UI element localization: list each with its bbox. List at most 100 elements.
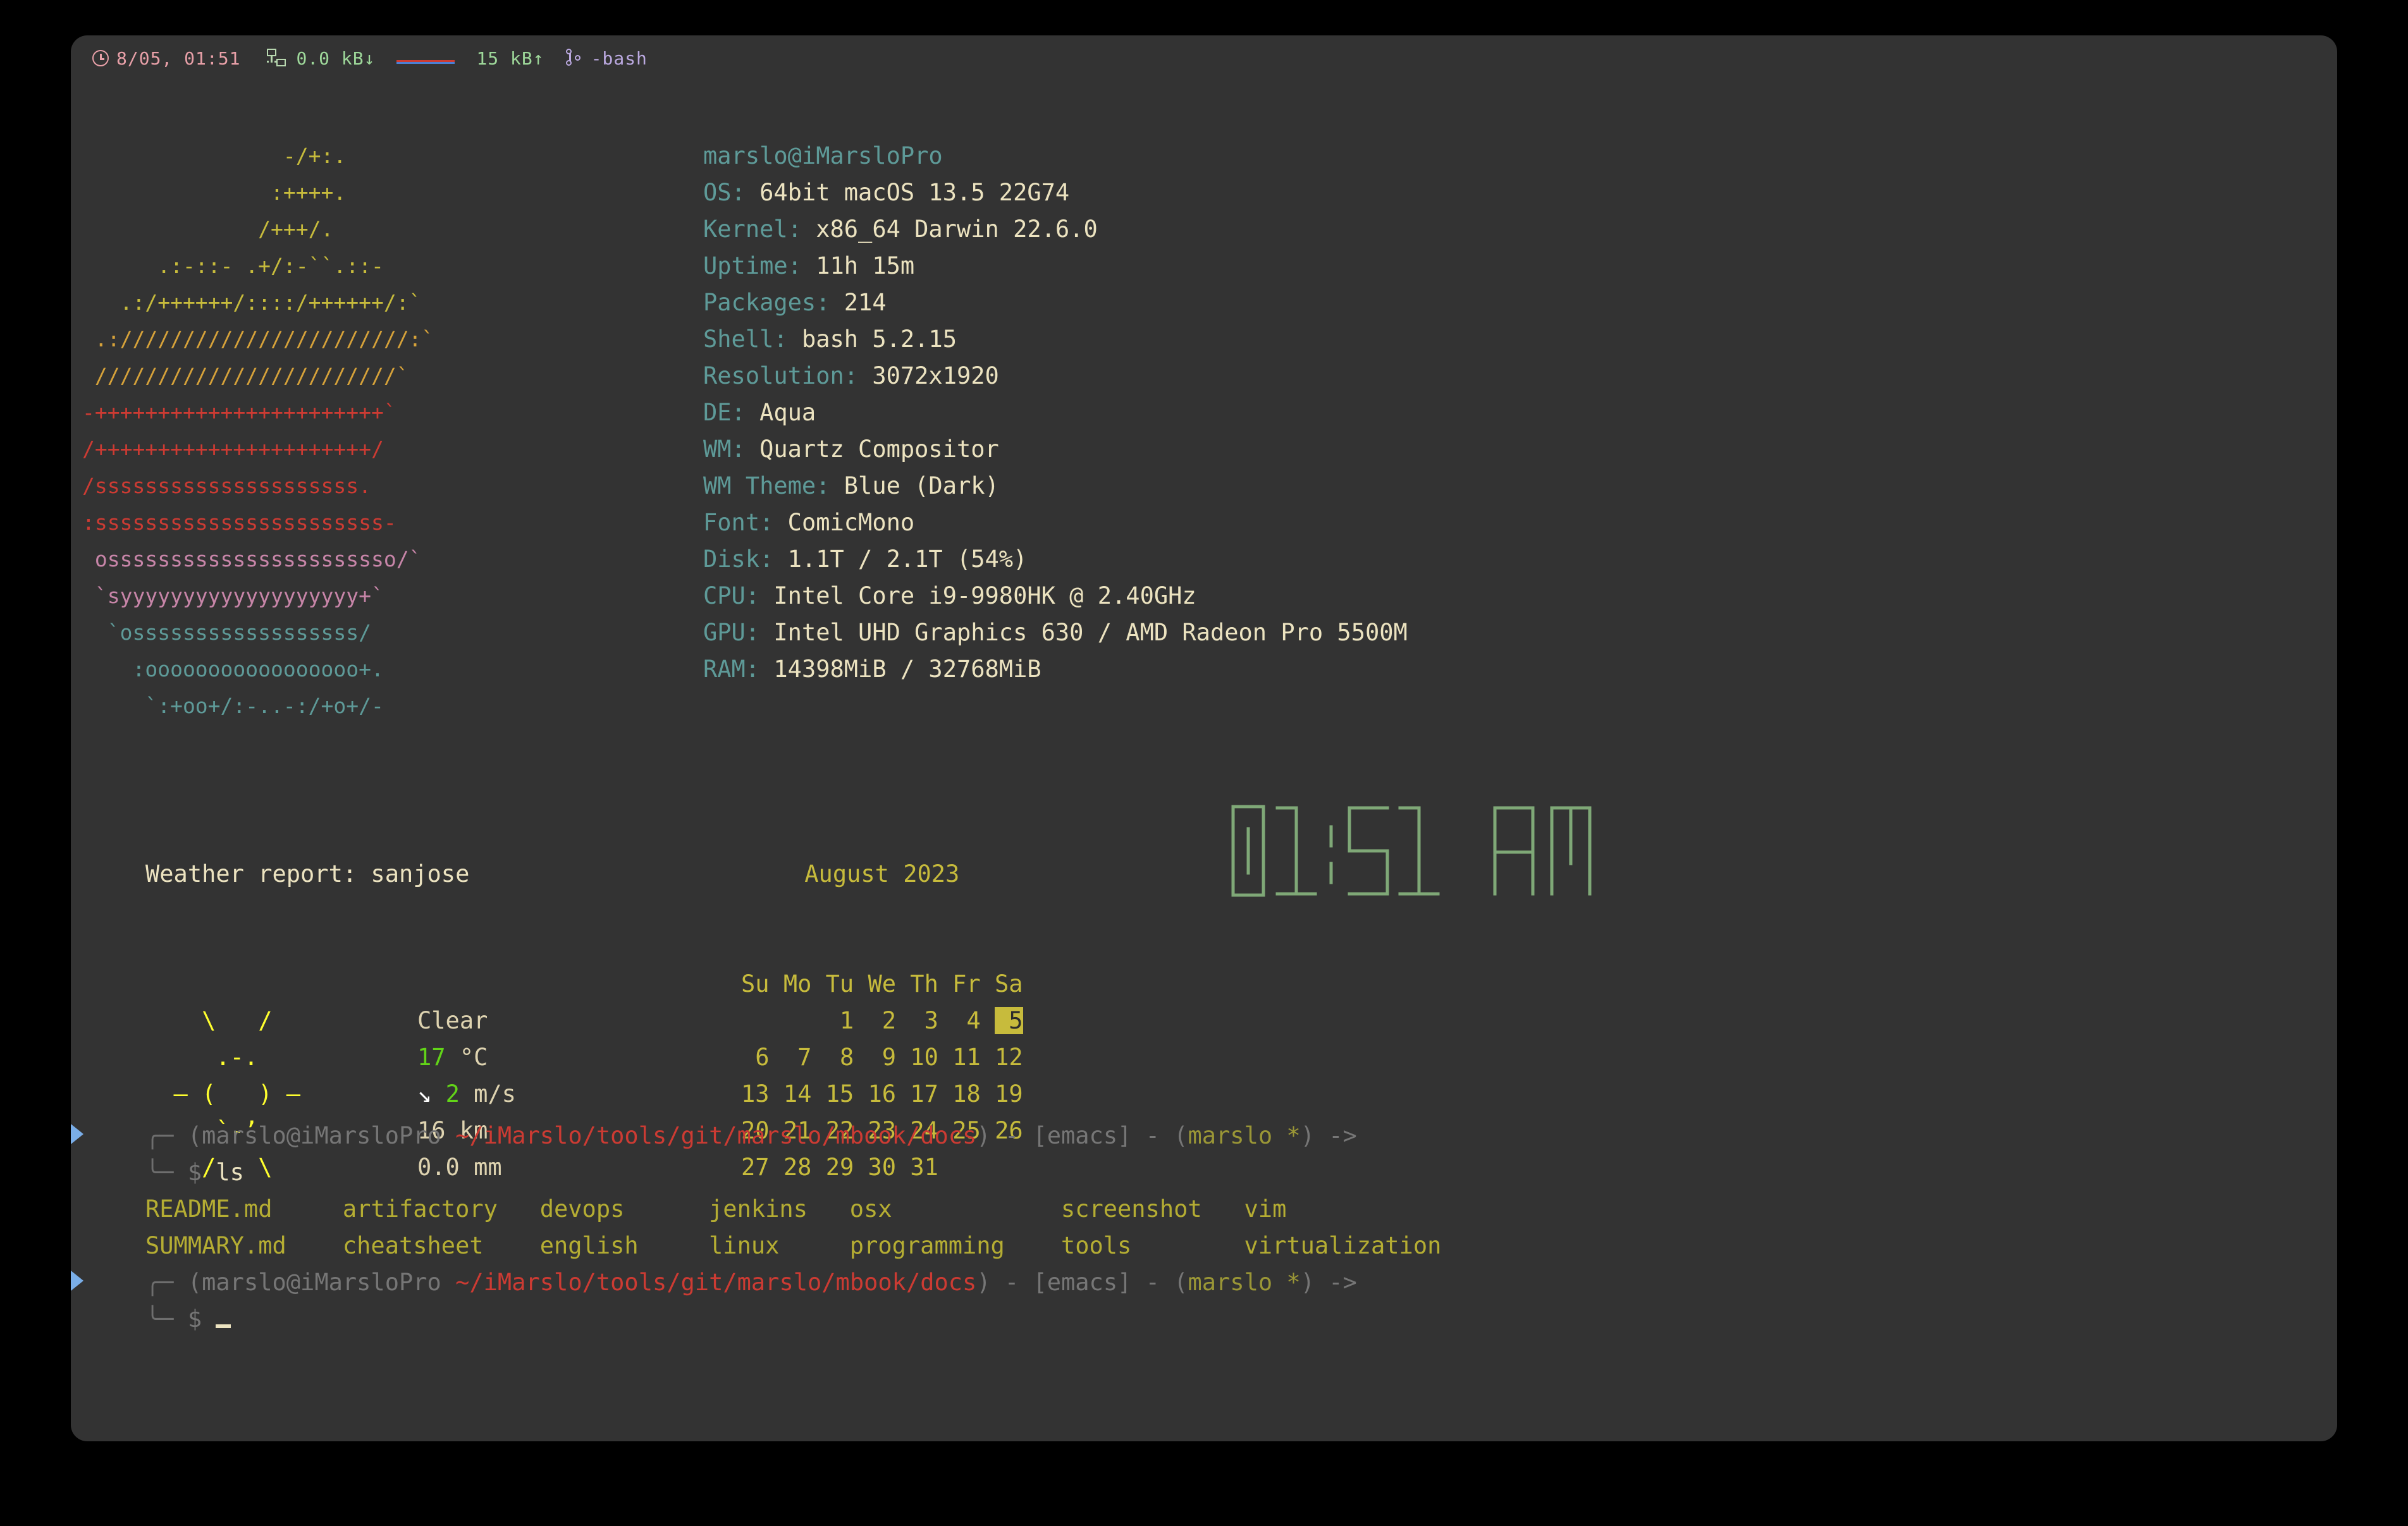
- prompt-line-top: ╭─ (marslo@iMarsloPro ~/iMarslo/tools/gi…: [71, 1118, 2337, 1154]
- calendar-week-row: 1 2 3 4 5: [741, 1003, 1023, 1039]
- calendar-day: 2: [868, 1007, 897, 1034]
- sysinfo-row: RAM: 14398MiB / 32768MiB: [703, 656, 1041, 683]
- calendar-day: 14: [783, 1080, 812, 1108]
- sysinfo-row: Resolution: 3072x1920: [703, 362, 999, 389]
- prompt-box-prefix-bottom: ╰─: [145, 1305, 174, 1333]
- big-clock-svg: [1231, 805, 1592, 897]
- prompt-line-bottom[interactable]: ╰─ $: [71, 1301, 2337, 1338]
- prompt-close-paren: ): [976, 1122, 991, 1149]
- neofetch-output: -/+:. :++++. /+++/. .:-::- .+/:-``.::- .…: [71, 138, 2337, 724]
- prompt-separator-2: -: [1131, 1122, 1174, 1149]
- prompt-marker-icon: [71, 1124, 83, 1144]
- status-shell-name: -bash: [591, 47, 648, 69]
- prompt-user-host: marslo@iMarsloPro: [202, 1122, 441, 1149]
- system-info-list: marslo@iMarsloPro OS: 64bit macOS 13.5 22…: [703, 138, 2337, 724]
- calendar-weekdays: Su Mo Tu We Th Fr Sa: [741, 970, 1023, 998]
- git-branch-icon: [565, 49, 582, 68]
- prompt-path: ~/iMarslo/tools/git/marslo/mbook/docs: [455, 1122, 977, 1149]
- sysinfo-row: DE: Aqua: [703, 399, 816, 426]
- ascii-line: `:+oo+/:-..-:/+o+/-: [82, 693, 384, 718]
- ascii-line: `syyyyyyyyyyyyyyyyyyy+`: [82, 583, 384, 608]
- calendar-day: 6: [741, 1044, 770, 1071]
- desktop-background: 8/05, 01:51 0.0 kB↓ 15 kB↑ -bash -/+:.:…: [0, 0, 2408, 1526]
- prompt-editor: [emacs]: [1033, 1122, 1132, 1149]
- prompt-line-bottom[interactable]: ╰─ $ ls: [71, 1154, 2337, 1191]
- calendar-day: 3: [910, 1007, 938, 1034]
- sun-art-line: \ /: [145, 1007, 315, 1034]
- weather-condition: Clear: [417, 1007, 488, 1034]
- prompt-git-branch: marslo *: [1188, 1269, 1301, 1296]
- prompt-box-prefix: ╭─: [145, 1122, 174, 1149]
- prompt-open-paren: (: [173, 1122, 202, 1149]
- sysinfo-userhost: marslo@iMarsloPro: [703, 142, 943, 169]
- sysinfo-row: Disk: 1.1T / 2.1T (54%): [703, 546, 1028, 573]
- prompt-open-paren: (: [173, 1269, 202, 1296]
- clock-icon: [92, 50, 109, 66]
- ascii-line: `ossssssssssssssssss/: [82, 620, 371, 645]
- prompt-editor: [emacs]: [1033, 1269, 1132, 1296]
- sysinfo-row: GPU: Intel UHD Graphics 630 / AMD Radeon…: [703, 619, 1408, 646]
- sysinfo-row: CPU: Intel Core i9-9980HK @ 2.40GHz: [703, 582, 1196, 609]
- text-cursor: [216, 1324, 231, 1328]
- shell-session[interactable]: ╭─ (marslo@iMarsloPro ~/iMarslo/tools/gi…: [71, 1118, 2337, 1338]
- apple-ascii-logo: -/+:. :++++. /+++/. .:-::- .+/:-``.::- .…: [71, 138, 703, 724]
- sysinfo-row: OS: 64bit macOS 13.5 22G74: [703, 179, 1070, 206]
- calendar-title: August 2023: [804, 860, 960, 888]
- sysinfo-row: Uptime: 11h 15m: [703, 252, 915, 279]
- calendar-day: 19: [995, 1080, 1023, 1108]
- sysinfo-row: Font: ComicMono: [703, 509, 915, 536]
- prompt-separator: -: [990, 1122, 1033, 1149]
- status-download-rate: 0.0 kB↓: [296, 47, 376, 69]
- network-icon: [266, 49, 287, 68]
- dashboard-row: Weather report: sanjose \ / .-. ― ( ) ― …: [71, 783, 2337, 1181]
- ascii-line: ////////////////////////`: [82, 363, 409, 388]
- prompt-arrow: ->: [1314, 1122, 1357, 1149]
- status-upload-rate: 15 kB↑: [476, 47, 544, 69]
- sun-art-line: .-.: [145, 1044, 315, 1071]
- ascii-line: -/+:.: [82, 143, 347, 168]
- calendar-day: 18: [952, 1080, 981, 1108]
- calendar-day: 16: [868, 1080, 897, 1108]
- calendar-week-row: 6 7 8 9 10 11 12: [741, 1039, 1023, 1076]
- sysinfo-row: WM Theme: Blue (Dark): [703, 472, 999, 499]
- weather-title: Weather report: sanjose: [145, 860, 470, 888]
- prompt-dollar: $: [173, 1159, 216, 1186]
- ascii-line: -+++++++++++++++++++++++`: [82, 400, 396, 425]
- prompt-git-branch: marslo *: [1188, 1122, 1301, 1149]
- calendar-day: 4: [952, 1007, 981, 1034]
- calendar-day: 9: [868, 1044, 897, 1071]
- calendar-week-row: 13 14 15 16 17 18 19: [741, 1076, 1023, 1113]
- calendar-today[interactable]: 5: [995, 1007, 1023, 1034]
- ascii-line: .:///////////////////////:`: [82, 327, 434, 351]
- shell-command[interactable]: ls: [216, 1159, 244, 1186]
- calendar-day: 1: [825, 1007, 854, 1034]
- sun-art-line: ― ( ) ―: [145, 1080, 315, 1108]
- ls-output-row: SUMMARY.md cheatsheet english linux prog…: [145, 1232, 1442, 1259]
- ascii-line: /sssssssssssssssssssss.: [82, 473, 371, 498]
- prompt-arrow: ->: [1314, 1269, 1357, 1296]
- sysinfo-row: Shell: bash 5.2.15: [703, 326, 957, 353]
- sysinfo-row: WM: Quartz Compositor: [703, 436, 999, 463]
- ascii-line: :ooooooooooooooooo+.: [82, 657, 384, 681]
- calendar-day: 12: [995, 1044, 1023, 1071]
- ascii-line: .:/++++++/::::/++++++/:`: [82, 290, 422, 315]
- prompt-separator: -: [990, 1269, 1033, 1296]
- calendar-day: 8: [825, 1044, 854, 1071]
- prompt-marker-icon: [71, 1271, 83, 1291]
- prompt-box-prefix: ╭─: [145, 1269, 174, 1296]
- terminal-content[interactable]: -/+:. :++++. /+++/. .:-::- .+/:-``.::- .…: [71, 81, 2337, 1441]
- calendar-day: 7: [783, 1044, 812, 1071]
- weather-temperature: 17 °C: [417, 1044, 488, 1071]
- calendar-day: 13: [741, 1080, 770, 1108]
- prompt-close-paren: ): [976, 1269, 991, 1296]
- prompt-path: ~/iMarslo/tools/git/marslo/mbook/docs: [455, 1269, 977, 1296]
- ascii-line: :sssssssssssssssssssssss-: [82, 510, 396, 535]
- sysinfo-row: Packages: 214: [703, 289, 887, 316]
- prompt-dollar: $: [173, 1305, 216, 1333]
- prompt-separator-2: -: [1131, 1269, 1174, 1296]
- terminal-window[interactable]: 8/05, 01:51 0.0 kB↓ 15 kB↑ -bash -/+:.:…: [71, 35, 2337, 1441]
- ascii-line: /++++++++++++++++++++++/: [82, 437, 384, 461]
- ascii-line: :++++.: [82, 180, 347, 205]
- network-sparkline-icon: [396, 51, 455, 66]
- status-datetime: 8/05, 01:51: [116, 47, 241, 69]
